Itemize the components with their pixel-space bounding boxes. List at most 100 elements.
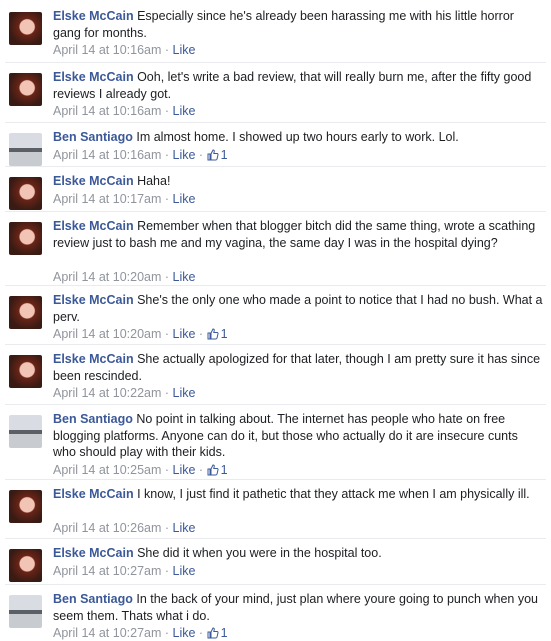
comment-author-link[interactable]: Ben Santiago: [53, 412, 133, 426]
comment-meta: April 14 at 10:26am · Like: [53, 520, 195, 536]
comment-divider: [5, 211, 546, 212]
comment-timestamp[interactable]: April 14 at 10:25am: [53, 463, 161, 477]
meta-separator: ·: [161, 462, 173, 477]
comment-meta: April 14 at 10:27am · Like · 1: [53, 625, 228, 641]
elske-avatar[interactable]: [9, 73, 42, 106]
elske-avatar[interactable]: [9, 490, 42, 523]
comment-text: Haha!: [137, 174, 171, 188]
comment-author-link[interactable]: Ben Santiago: [53, 592, 133, 606]
meta-separator: ·: [195, 626, 207, 640]
comment-divider: [5, 122, 546, 123]
comment-divider: [5, 538, 546, 539]
comment-timestamp[interactable]: April 14 at 10:22am: [53, 386, 161, 400]
like-count[interactable]: 1: [207, 327, 228, 341]
comment-author-link[interactable]: Elske McCain: [53, 487, 134, 501]
like-button[interactable]: Like: [173, 192, 196, 206]
comment-timestamp[interactable]: April 14 at 10:27am: [53, 564, 161, 578]
ben-avatar[interactable]: [9, 415, 42, 448]
comment-timestamp[interactable]: April 14 at 10:16am: [53, 148, 161, 162]
thumbs-up-icon: [207, 148, 219, 161]
like-button[interactable]: Like: [173, 270, 196, 284]
meta-separator: ·: [161, 191, 173, 206]
comment-author-link[interactable]: Ben Santiago: [53, 130, 133, 144]
like-button[interactable]: Like: [173, 43, 196, 57]
comment-body: Ben Santiago In the back of your mind, j…: [53, 591, 543, 624]
comment-divider: [5, 166, 546, 167]
elske-avatar[interactable]: [9, 222, 42, 255]
comment-divider: [5, 344, 546, 345]
comment-author-link[interactable]: Elske McCain: [53, 174, 134, 188]
like-button[interactable]: Like: [173, 386, 196, 400]
elske-avatar[interactable]: [9, 177, 42, 210]
comment-timestamp[interactable]: April 14 at 10:16am: [53, 43, 161, 57]
comment-body: Elske McCain She's the only one who made…: [53, 292, 543, 325]
comment-meta: April 14 at 10:27am · Like: [53, 563, 195, 579]
comment-body: Elske McCain Ooh, let's write a bad revi…: [53, 69, 543, 102]
elske-avatar[interactable]: [9, 296, 42, 329]
like-button[interactable]: Like: [173, 148, 196, 162]
like-count-number: 1: [220, 147, 228, 162]
ben-avatar[interactable]: [9, 595, 42, 628]
thumbs-up-icon: [207, 328, 219, 340]
elske-avatar[interactable]: [9, 12, 42, 45]
elske-avatar[interactable]: [9, 549, 42, 582]
like-count[interactable]: 1: [207, 463, 228, 477]
comment-timestamp[interactable]: April 14 at 10:27am: [53, 626, 161, 640]
meta-separator: ·: [161, 521, 173, 535]
like-button[interactable]: Like: [173, 521, 196, 535]
comment-divider: [5, 62, 546, 63]
like-count[interactable]: 1: [207, 148, 228, 162]
meta-separator: ·: [161, 327, 173, 341]
comment-body: Elske McCain Haha!: [53, 173, 543, 190]
meta-separator: ·: [161, 386, 173, 400]
comment-body: Elske McCain Especially since he's alrea…: [53, 8, 543, 41]
comment-text: Im almost home. I showed up two hours ea…: [136, 130, 459, 144]
comment-divider: [5, 479, 546, 480]
thumbs-up-icon: [207, 463, 219, 476]
comment-text: She did it when you were in the hospital…: [137, 546, 382, 560]
meta-separator: ·: [161, 104, 173, 118]
comment-author-link[interactable]: Elske McCain: [53, 293, 134, 307]
comment-divider: [5, 285, 546, 286]
like-button[interactable]: Like: [173, 327, 196, 341]
like-count-number: 1: [220, 626, 228, 640]
comment-body: Ben Santiago No point in talking about. …: [53, 411, 543, 461]
comment-text: I know, I just find it pathetic that the…: [137, 487, 530, 501]
like-button[interactable]: Like: [173, 626, 196, 640]
meta-separator: ·: [161, 43, 173, 57]
comment-timestamp[interactable]: April 14 at 10:26am: [53, 521, 161, 535]
comment-meta: April 14 at 10:20am · Like · 1: [53, 326, 228, 342]
comment-timestamp[interactable]: April 14 at 10:20am: [53, 327, 161, 341]
meta-separator: ·: [195, 462, 207, 477]
like-count-number: 1: [220, 327, 228, 341]
meta-separator: ·: [161, 626, 173, 640]
comment-body: Elske McCain She did it when you were in…: [53, 545, 543, 562]
meta-separator: ·: [195, 327, 207, 341]
ben-avatar[interactable]: [9, 133, 42, 166]
comment-body: Elske McCain I know, I just find it path…: [53, 486, 543, 503]
comment-timestamp[interactable]: April 14 at 10:20am: [53, 270, 161, 284]
comment-meta: April 14 at 10:20am · Like: [53, 269, 195, 285]
comment-author-link[interactable]: Elske McCain: [53, 546, 134, 560]
meta-separator: ·: [195, 147, 207, 162]
comment-timestamp[interactable]: April 14 at 10:16am: [53, 104, 161, 118]
meta-separator: ·: [161, 563, 173, 578]
comment-meta: April 14 at 10:16am · Like · 1: [53, 147, 228, 163]
comment-author-link[interactable]: Elske McCain: [53, 352, 134, 366]
comment-meta: April 14 at 10:22am · Like: [53, 385, 195, 401]
thumbs-up-icon: [207, 627, 219, 639]
comment-meta: April 14 at 10:16am · Like: [53, 103, 195, 119]
like-button[interactable]: Like: [173, 564, 196, 578]
like-count[interactable]: 1: [207, 626, 228, 640]
like-count-number: 1: [220, 462, 228, 477]
meta-separator: ·: [161, 269, 173, 284]
comment-author-link[interactable]: Elske McCain: [53, 9, 134, 23]
like-button[interactable]: Like: [173, 463, 196, 477]
like-button[interactable]: Like: [173, 104, 196, 118]
comment-meta: April 14 at 10:17am · Like: [53, 191, 195, 207]
comment-timestamp[interactable]: April 14 at 10:17am: [53, 192, 161, 206]
comment-feed: Elske McCain Especially since he's alrea…: [0, 0, 551, 640]
comment-author-link[interactable]: Elske McCain: [53, 70, 134, 84]
comment-author-link[interactable]: Elske McCain: [53, 219, 134, 233]
elske-avatar[interactable]: [9, 355, 42, 388]
